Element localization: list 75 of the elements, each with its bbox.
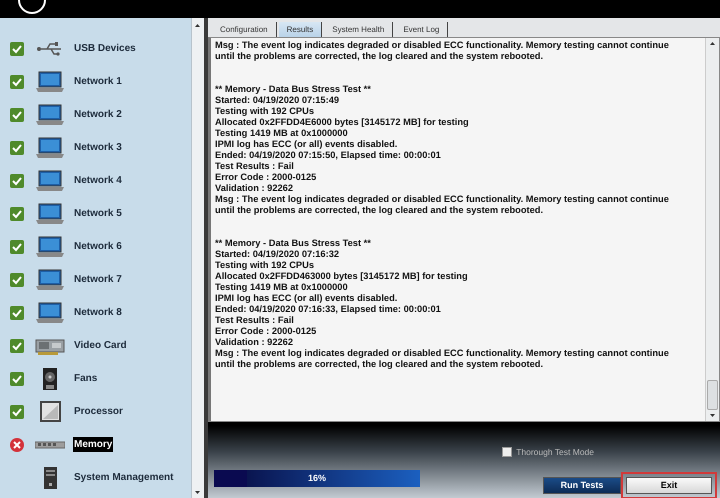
- check-icon: [10, 272, 24, 286]
- device-item[interactable]: Network 8: [73, 305, 123, 320]
- scrollbar[interactable]: [191, 18, 204, 498]
- log-line: Msg : The event log indicates degraded or disabled ECC functionality. Memory testing cannot continue: [215, 348, 670, 359]
- scroll-thumb[interactable]: [707, 380, 718, 410]
- log-line: Started: 04/19/2020 07:15:49: [215, 95, 340, 106]
- device-item[interactable]: Network 4: [73, 173, 123, 188]
- device-item[interactable]: System Management: [73, 470, 174, 485]
- log-line: Allocated 0x2FFDD463000 bytes [3145172 MB] for testing: [215, 271, 469, 282]
- log-line: Validation : 92262: [215, 183, 294, 194]
- action-button[interactable]: Run Tests: [543, 477, 621, 494]
- check-icon: [10, 108, 24, 122]
- log-line: Allocated 0x2FFDD4E6000 bytes [3145172 MB] for testing: [215, 117, 470, 128]
- log-line: Testing with 192 CPUs: [215, 106, 316, 117]
- scrollbar[interactable]: [705, 38, 719, 421]
- device-item[interactable]: USB Devices: [73, 41, 137, 56]
- device-item[interactable]: Fans: [73, 371, 98, 386]
- log-line: IPMI log has ECC (or all) events disabled.: [215, 293, 398, 304]
- log-line: Testing with 192 CPUs: [215, 260, 316, 271]
- server-icon: [44, 466, 57, 488]
- tab[interactable]: Results: [278, 22, 322, 37]
- checkbox[interactable]: [502, 446, 512, 457]
- check-icon: [10, 404, 24, 418]
- device-item[interactable]: Network 2: [73, 107, 123, 122]
- device-item[interactable]: Network 7: [73, 272, 123, 287]
- device-item[interactable]: Video Card: [73, 338, 128, 353]
- laptop-icon: [36, 104, 64, 124]
- check-icon: [10, 338, 24, 352]
- laptop-icon: [36, 302, 64, 322]
- check-icon: [10, 174, 24, 188]
- device-item[interactable]: Memory: [73, 437, 114, 452]
- log-line: Ended: 04/19/2020 07:15:50, Elapsed time: 00:00:01: [215, 150, 442, 161]
- laptop-icon: [36, 71, 64, 92]
- check-icon: [10, 74, 24, 88]
- log-line: Ended: 04/19/2020 07:16:33, Elapsed time: 00:00:01: [215, 304, 442, 315]
- device-item[interactable]: Network 5: [73, 206, 123, 221]
- laptop-icon: [36, 203, 64, 224]
- progress-text: 16%: [306, 472, 327, 485]
- laptop-icon: [36, 269, 64, 290]
- laptop-icon: [36, 170, 64, 190]
- log-line: until the problems are corrected, the log cleared and the system rebooted.: [215, 359, 544, 370]
- log-line: until the problems are corrected, the log cleared and the system rebooted.: [215, 51, 544, 62]
- checkbox-label: Thorough Test Mode: [516, 446, 594, 458]
- check-icon: [10, 206, 24, 220]
- memory-icon: [35, 441, 65, 448]
- check-icon: [10, 240, 24, 254]
- device-item[interactable]: Network 3: [73, 140, 123, 155]
- graphics-card-icon: [36, 339, 64, 354]
- laptop-icon: [36, 236, 64, 256]
- log-line: Msg : The event log indicates degraded or disabled ECC functionality. Memory testing cannot continue: [215, 194, 670, 205]
- device-item[interactable]: Network 1: [73, 74, 123, 89]
- check-icon: [10, 42, 24, 56]
- processor-icon: [40, 400, 61, 422]
- log-line: Testing 1419 MB at 0x1000000: [215, 128, 349, 139]
- check-icon: [10, 140, 24, 154]
- log-line: Msg : The event log indicates degraded or disabled ECC functionality. Memory testing cannot continue: [215, 40, 670, 51]
- log-line: Testing 1419 MB at 0x1000000: [215, 282, 349, 293]
- log-line: Error Code : 2000-0125: [215, 172, 318, 183]
- log-line: Validation : 92262: [215, 337, 294, 348]
- log-line: ** Memory - Data Bus Stress Test **: [215, 84, 372, 95]
- device-item[interactable]: Network 6: [73, 239, 123, 254]
- check-icon: [10, 306, 24, 320]
- device-item[interactable]: Processor: [73, 404, 124, 419]
- log-line: IPMI log has ECC (or all) events disabled.: [215, 139, 398, 150]
- log-line: Started: 04/19/2020 07:16:32: [215, 249, 340, 260]
- usb-icon: [37, 42, 62, 56]
- check-icon: [10, 372, 24, 386]
- log-line: Error Code : 2000-0125: [215, 326, 318, 337]
- log-line: ** Memory - Data Bus Stress Test **: [215, 238, 372, 249]
- fan-icon: [43, 368, 57, 390]
- laptop-icon: [36, 137, 64, 158]
- log-line: until the problems are corrected, the log cleared and the system rebooted.: [215, 205, 544, 216]
- log-line: Test Results : Fail: [215, 315, 295, 326]
- log-line: Test Results : Fail: [215, 161, 295, 172]
- error-icon: [10, 438, 24, 452]
